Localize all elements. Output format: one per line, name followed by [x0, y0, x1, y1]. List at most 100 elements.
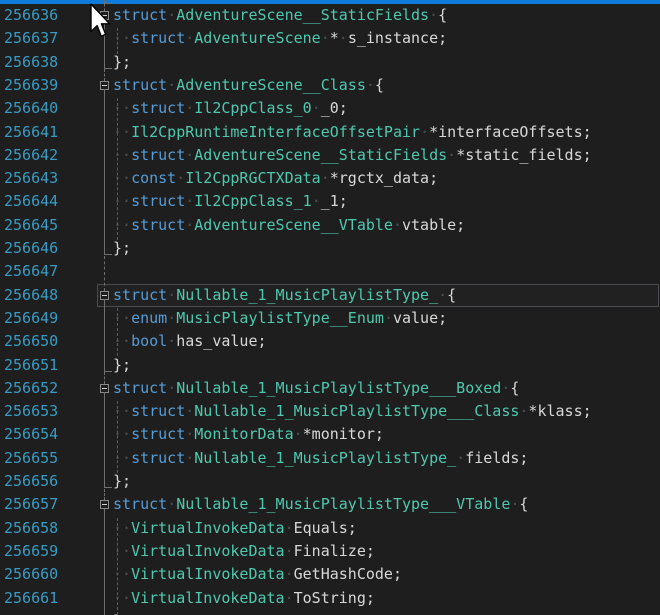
token-plain: s_instance;: [348, 29, 447, 47]
line-number[interactable]: 256647: [4, 260, 58, 283]
token-plain: vtable;: [402, 216, 465, 234]
fold-scope-end-tick: [104, 254, 112, 255]
code-line: 256652 struct·Nullable_1_MusicPlaylistTyp…: [0, 377, 660, 400]
code-line-text[interactable]: };: [113, 470, 131, 493]
code-line-text[interactable]: ··struct·AdventureScene__VTable·vtable;: [113, 214, 465, 237]
fold-scope-end-tick: [104, 371, 112, 372]
code-line: 256654 ··struct·MonitorData·*monitor;: [0, 423, 660, 446]
token-whitespace-dots: ·: [167, 332, 176, 350]
code-line-text[interactable]: struct·AdventureScene__StaticFields·{: [113, 4, 447, 27]
code-line-text[interactable]: ··const·Il2CppRGCTXData·*rgctx_data;: [113, 167, 438, 190]
fold-scope-line: [104, 89, 105, 255]
line-number[interactable]: 256657: [4, 493, 58, 516]
line-number[interactable]: 256637: [4, 27, 58, 50]
token-whitespace-dots: ·: [393, 216, 402, 234]
token-plain: *: [330, 29, 339, 47]
token-whitespace-dots: ·: [321, 169, 330, 187]
token-type: Nullable_1_MusicPlaylistType___Boxed: [176, 379, 501, 397]
token-keyword: struct: [113, 379, 167, 397]
code-line-text[interactable]: struct·Nullable_1_MusicPlaylistType_·{: [113, 284, 456, 307]
line-number[interactable]: 256649: [4, 307, 58, 330]
code-line: 256645··struct·AdventureScene__VTable·vt…: [0, 214, 660, 237]
code-line: 256661 ··VirtualInvokeData·ToString;: [0, 587, 660, 610]
token-keyword: enum: [131, 309, 167, 327]
code-line-text[interactable]: };: [113, 354, 131, 377]
token-whitespace-dots: ··: [113, 542, 131, 560]
line-number[interactable]: 256638: [4, 51, 58, 74]
line-number[interactable]: 256659: [4, 540, 58, 563]
token-plain: *interfaceOffsets;: [429, 123, 592, 141]
code-line-text[interactable]: ··enum·MusicPlaylistType__Enum·value;: [113, 307, 447, 330]
code-line: 256638};: [0, 51, 660, 74]
code-editor: 256636struct·AdventureScene__StaticField…: [0, 0, 660, 615]
line-number[interactable]: 256655: [4, 447, 58, 470]
code-line-text[interactable]: ··struct·Nullable_1_MusicPlaylistType___…: [113, 400, 592, 423]
token-whitespace-dots: ·: [366, 76, 375, 94]
line-number[interactable]: 256646: [4, 237, 58, 260]
token-keyword: struct: [131, 402, 185, 420]
line-number[interactable]: 256643: [4, 167, 58, 190]
token-keyword: struct: [113, 286, 167, 304]
token-whitespace-dots: ··: [113, 216, 131, 234]
fold-scope-line: [104, 392, 105, 488]
code-line-text[interactable]: ··VirtualInvokeData·ToString;: [113, 587, 375, 610]
code-line-text[interactable]: ··struct·Nullable_1_MusicPlaylistType_·f…: [113, 447, 528, 470]
line-number[interactable]: 256660: [4, 563, 58, 586]
line-number[interactable]: 256648: [4, 284, 58, 307]
token-whitespace-dots: ·: [167, 379, 176, 397]
line-number[interactable]: 256661: [4, 587, 58, 610]
token-type: VirtualInvokeData: [131, 542, 285, 560]
code-line-text[interactable]: ··bool·has_value;: [113, 330, 267, 353]
line-number[interactable]: 256642: [4, 144, 58, 167]
token-plain: {: [519, 495, 528, 513]
line-number[interactable]: 256650: [4, 330, 58, 353]
token-plain: fields;: [465, 449, 528, 467]
token-whitespace-dots: ·: [185, 216, 194, 234]
code-line-text[interactable]: };: [113, 237, 131, 260]
code-line: 256644 ··struct·Il2CppClass_1·_1;: [0, 190, 660, 213]
line-number[interactable]: 256636: [4, 4, 58, 27]
token-whitespace-dots: ··: [113, 332, 131, 350]
line-number[interactable]: 256641: [4, 121, 58, 144]
code-line-text[interactable]: ··struct·MonitorData·*monitor;: [113, 423, 384, 446]
code-line: 256655 ··struct·Nullable_1_MusicPlaylistT…: [0, 447, 660, 470]
fold-scope-connector: [104, 372, 105, 384]
token-type: AdventureScene__StaticFields: [176, 6, 429, 24]
code-line: }: [0, 610, 660, 615]
token-whitespace-dots: ·: [167, 6, 176, 24]
line-number[interactable]: 256653: [4, 400, 58, 423]
code-line-text[interactable]: ··VirtualInvokeData·Equals;: [113, 517, 357, 540]
line-number[interactable]: 256652: [4, 377, 58, 400]
line-number[interactable]: 256656: [4, 470, 58, 493]
token-plain: GetHashCode;: [294, 565, 402, 583]
code-line-text[interactable]: ··struct·Il2CppClass_1·_1;: [113, 190, 348, 213]
token-type: Il2CppClass_1: [194, 192, 311, 210]
code-line-text[interactable]: };: [113, 51, 131, 74]
code-line: 256660 ··VirtualInvokeData·GetHashCode;: [0, 563, 660, 586]
fold-minus-icon: [102, 85, 107, 86]
line-number[interactable]: 256640: [4, 97, 58, 120]
token-plain: };: [113, 239, 131, 257]
fold-minus-icon: [102, 504, 107, 505]
code-line-text[interactable]: struct·AdventureScene__Class·{: [113, 74, 384, 97]
token-plain: };: [113, 472, 131, 490]
code-line-text[interactable]: ··VirtualInvokeData·GetHashCode;: [113, 563, 402, 586]
line-number[interactable]: 256651: [4, 354, 58, 377]
fold-scope-end-tick: [104, 487, 112, 488]
line-number[interactable]: 256658: [4, 517, 58, 540]
line-number[interactable]: 256644: [4, 190, 58, 213]
code-line: 256658 ··VirtualInvokeData·Equals;: [0, 517, 660, 540]
token-plain: ToString;: [294, 589, 375, 607]
code-line-text[interactable]: struct·Nullable_1_MusicPlaylistType___VT…: [113, 493, 528, 516]
code-line-text[interactable]: ··struct·AdventureScene__StaticFields·*s…: [113, 144, 592, 167]
code-line-text[interactable]: ··VirtualInvokeData·Finalize;: [113, 540, 375, 563]
line-number[interactable]: 256645: [4, 214, 58, 237]
code-line-text[interactable]: ··struct·Il2CppClass_0·_0;: [113, 97, 348, 120]
line-number[interactable]: 256639: [4, 74, 58, 97]
token-whitespace-dots: ·: [185, 99, 194, 117]
code-line-text[interactable]: ··Il2CppRuntimeInterfaceOffsetPair·*inte…: [113, 121, 592, 144]
line-number[interactable]: 256654: [4, 423, 58, 446]
code-line-text[interactable]: struct·Nullable_1_MusicPlaylistType___Bo…: [113, 377, 519, 400]
code-line-text[interactable]: ··struct·AdventureScene·*·s_instance;: [113, 27, 447, 50]
token-plain: {: [447, 286, 456, 304]
